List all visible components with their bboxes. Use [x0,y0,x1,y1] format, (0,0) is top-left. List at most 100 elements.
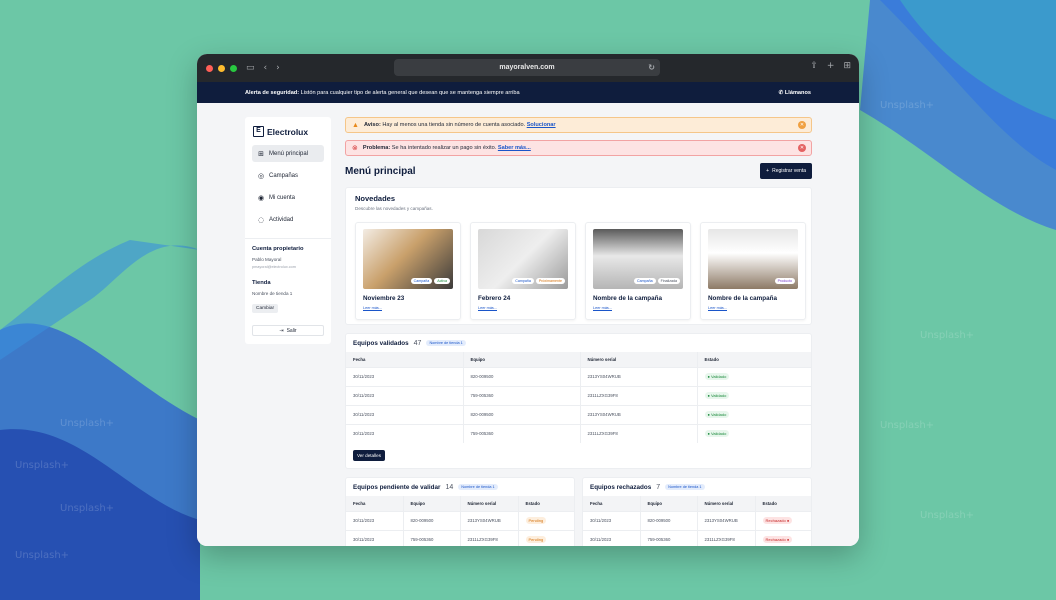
status-label: Validado [711,412,727,417]
logout-icon: ⇥ [279,327,284,334]
call-link[interactable]: ✆ Llámanos [779,90,811,96]
page-header: Menú principal + Registrar venta [345,163,812,179]
reload-icon[interactable]: ↻ [648,63,655,72]
grid-icon: ⊞ [258,149,264,158]
rechazados-table: Fecha Equipo Número serial Estado 30/11/… [583,496,811,546]
table-row[interactable]: 30/11/2023 759-005360 2311LZXG39F8 ● Valida… [346,423,811,443]
table-row[interactable]: 30/11/2023 759-005360 2311LZXG39F8 ● Valida… [346,385,811,405]
phone-icon: ✆ [778,89,784,96]
logout-button[interactable]: ⇥ Salir [252,325,324,336]
tabs-overview-icon[interactable]: ⊞ [843,61,851,71]
activity-icon: ◌ [257,215,265,224]
status-label: Validado [711,431,727,437]
address-bar[interactable]: mayoralven.com ↻ [394,59,660,76]
url-text: mayoralven.com [499,64,555,71]
saber-mas-link[interactable]: Saber más... [498,145,531,151]
plus-icon: + [766,168,770,174]
news-title: Nombre de la campaña [593,295,662,302]
browser-window: ▭ ‹ › mayoralven.com ↻ ⇪ + ⊞ Alerta de s… [197,54,859,546]
cell-status: ● Validado [697,404,811,424]
watermark: Unsplash+ [880,420,935,431]
news-title: Febrero 24 [478,295,511,302]
warning-text: Aviso: Hay al menos una tienda sin númer… [364,122,556,128]
error-message: Se ha intentado realizar un pago sin éxi… [391,145,497,151]
cell-date: 30/11/2023 [346,529,404,546]
back-icon[interactable]: ‹ [264,63,268,73]
browser-toolbar: ▭ ‹ › mayoralven.com ↻ ⇪ + ⊞ [197,54,859,82]
brand-logo[interactable]: E Electrolux [253,126,324,137]
status-badge: Pending [525,536,547,544]
owner-email: pmayoral@electrolux.com [252,265,296,269]
table-title: Equipos pendiente de validar [353,483,441,491]
cell-serial: 2313YS04WRUB [580,404,698,424]
cell-date: 30/11/2023 [346,366,464,386]
cell-equipment: 820-009500 [463,404,581,424]
cell-equipment: 759-005360 [403,529,461,546]
status-badge: ● Validado [704,411,730,418]
validados-table-card: Equipos validados 47 Nombre de tienda 1 Fe… [345,333,812,469]
news-title: Noviembre 23 [363,295,405,302]
table-row[interactable]: 30/11/2023 820-009500 2313YS04WRUB ● Valida… [346,404,811,424]
owner-name: Pablo Mayoral [252,257,282,262]
solucionar-link[interactable]: Solucionar [527,122,556,128]
news-card[interactable]: Campaña Próximamente Febrero 24 Leer más.… [470,222,576,320]
maximize-window-button[interactable] [230,64,237,72]
warning-notice: ▲ Aviso: Hay al menos una tienda sin núm… [345,117,812,133]
table-row[interactable]: 30/11/2023 820-009500 2313YS04WRUB Rechazad… [583,510,811,530]
security-alert-label: Alerta de seguridad: [245,89,300,96]
news-image: Campaña Finalizada [593,229,683,289]
count-value: 7 [656,483,661,491]
minimize-window-button[interactable] [218,64,225,72]
sidebar-item-label: Mi cuenta [269,194,296,201]
sidebar-item-mi-cuenta[interactable]: ◉ Mi cuenta [252,189,324,206]
tag-badge: Producto [774,278,795,284]
sidebar-item-campanas[interactable]: ◎ Campañas [252,167,324,184]
share-icon[interactable]: ⇪ [810,61,818,71]
table-row[interactable]: 30/11/2023 820-009500 2313YS04WRUB Pending [346,510,574,530]
cell-equipment: 759-005360 [640,529,698,546]
news-card[interactable]: Producto Nombre de la campaña Leer más..… [700,222,806,320]
sidebar-item-menu-principal[interactable]: ⊞ Menú principal [252,145,324,162]
error-icon: ● [786,537,790,543]
column-header: Estado [518,496,574,511]
change-store-button[interactable]: Cambiar [252,304,279,313]
close-window-button[interactable] [206,64,213,72]
section-title: Novedades [355,194,396,203]
new-tab-icon[interactable]: + [827,61,835,71]
security-alert-bar: Alerta de seguridad: Listón para cualqui… [197,82,859,103]
tag-badge: Campaña [512,278,534,284]
window-controls [206,64,237,72]
count-value: 14 [445,483,454,491]
read-more-link[interactable]: Leer más... [708,306,798,310]
sidebar-item-actividad[interactable]: ◌ Actividad [252,211,324,228]
news-card[interactable]: Campaña Finalizada Nombre de la campaña L… [585,222,691,320]
main-panel: ▲ Aviso: Hay al menos una tienda sin núm… [345,117,812,546]
electrolux-icon: E [253,126,264,137]
read-more-link[interactable]: Leer más... [478,306,568,310]
table-row[interactable]: 30/11/2023 820-009500 2313YS04WRUB ● Valida… [346,366,811,386]
watermark: Unsplash+ [60,418,115,429]
column-header: Número serial [580,352,698,367]
error-label: Problema: [362,145,391,151]
register-sale-button[interactable]: + Registrar venta [760,163,812,179]
read-more-link[interactable]: Leer más... [363,306,453,310]
sidebar-toggle-icon[interactable]: ▭ [246,63,255,73]
close-icon[interactable]: ✕ [798,144,806,152]
cell-date: 30/11/2023 [583,529,641,546]
view-details-button[interactable]: Ver detalles [353,450,386,461]
news-image: Campaña Próximamente [478,229,568,289]
store-name: Nombre de tienda 1 [252,291,293,296]
cell-serial: 2313YS04WRUB [697,510,756,530]
status-badge: Rechazado ● [762,536,793,544]
forward-icon[interactable]: › [276,63,280,73]
table-row[interactable]: 30/11/2023 759-005360 2311LZXG39F8 Rechazad… [583,529,811,546]
security-alert-message: Listón para cualquier tipo de alerta gen… [300,89,520,96]
table-row[interactable]: 30/11/2023 759-005360 2311LZXG39F8 Pending [346,529,574,546]
read-more-link[interactable]: Leer más... [593,306,683,310]
error-icon: ● [786,518,790,523]
tag-badge: Finalizada [657,278,680,284]
store-badge: Nombre de tienda 1 [665,484,705,490]
news-card[interactable]: Campaña Activa Noviembre 23 Leer más... [355,222,461,320]
close-icon[interactable]: ✕ [798,121,806,129]
cell-status: Pending [518,510,574,530]
